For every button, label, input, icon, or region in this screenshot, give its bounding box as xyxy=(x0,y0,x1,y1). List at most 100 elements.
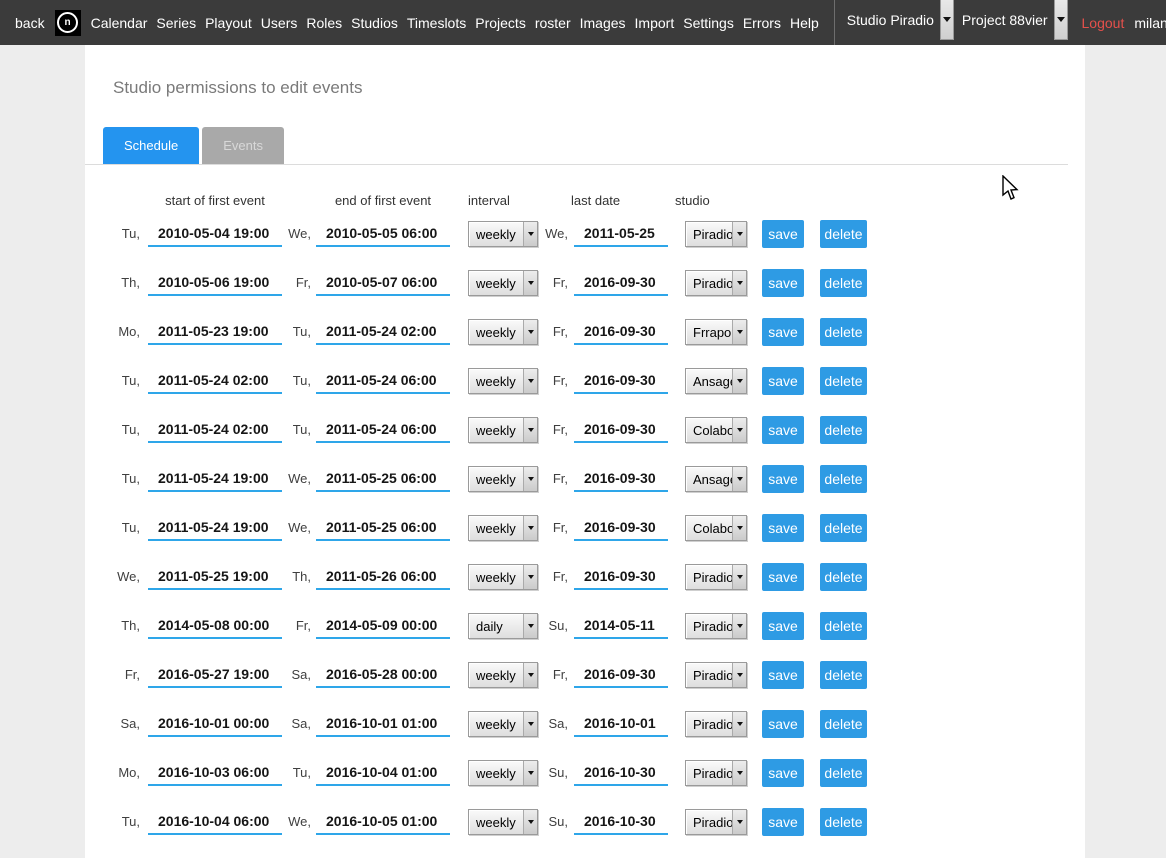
end-datetime-input[interactable] xyxy=(316,220,450,247)
end-datetime-input[interactable] xyxy=(316,759,450,786)
end-datetime-input[interactable] xyxy=(316,808,450,835)
start-datetime-input[interactable] xyxy=(148,563,282,590)
nav-item-help[interactable]: Help xyxy=(790,15,819,31)
last-date-input[interactable] xyxy=(574,612,668,639)
interval-select[interactable]: weekly xyxy=(468,319,538,345)
interval-select[interactable]: weekly xyxy=(468,662,538,688)
start-datetime-input[interactable] xyxy=(148,269,282,296)
last-date-input[interactable] xyxy=(574,465,668,492)
nav-item-errors[interactable]: Errors xyxy=(743,15,781,31)
interval-select[interactable]: weekly xyxy=(468,564,538,590)
nav-item-timeslots[interactable]: Timeslots xyxy=(407,15,466,31)
interval-select[interactable]: weekly xyxy=(468,417,538,443)
nav-item-settings[interactable]: Settings xyxy=(683,15,734,31)
studio-select[interactable]: Piradio xyxy=(685,809,747,835)
studio-select[interactable]: Piradio xyxy=(685,613,747,639)
save-button[interactable]: save xyxy=(762,808,804,836)
save-button[interactable]: save xyxy=(762,465,804,493)
start-datetime-input[interactable] xyxy=(148,710,282,737)
tab-events[interactable]: Events xyxy=(202,127,284,164)
delete-button[interactable]: delete xyxy=(820,514,867,542)
start-datetime-input[interactable] xyxy=(148,661,282,688)
save-button[interactable]: save xyxy=(762,416,804,444)
delete-button[interactable]: delete xyxy=(820,612,867,640)
studio-select[interactable]: Colabo xyxy=(685,515,747,541)
last-date-input[interactable] xyxy=(574,416,668,443)
last-date-input[interactable] xyxy=(574,220,668,247)
last-date-input[interactable] xyxy=(574,759,668,786)
studio-select[interactable]: Piradio xyxy=(685,270,747,296)
delete-button[interactable]: delete xyxy=(820,661,867,689)
interval-select[interactable]: weekly xyxy=(468,711,538,737)
delete-button[interactable]: delete xyxy=(820,808,867,836)
end-datetime-input[interactable] xyxy=(316,318,450,345)
studio-select[interactable]: Piradio xyxy=(685,711,747,737)
interval-select[interactable]: weekly xyxy=(468,809,538,835)
end-datetime-input[interactable] xyxy=(316,269,450,296)
interval-select[interactable]: weekly xyxy=(468,760,538,786)
logout-link[interactable]: Logout xyxy=(1082,15,1125,31)
end-datetime-input[interactable] xyxy=(316,416,450,443)
start-datetime-input[interactable] xyxy=(148,612,282,639)
end-datetime-input[interactable] xyxy=(316,612,450,639)
delete-button[interactable]: delete xyxy=(820,318,867,346)
save-button[interactable]: save xyxy=(762,367,804,395)
studio-select[interactable]: Colabo xyxy=(685,417,747,443)
nav-item-series[interactable]: Series xyxy=(156,15,196,31)
save-button[interactable]: save xyxy=(762,220,804,248)
end-datetime-input[interactable] xyxy=(316,661,450,688)
delete-button[interactable]: delete xyxy=(820,269,867,297)
studio-dropdown-label[interactable]: Studio Piradio xyxy=(839,0,940,28)
nav-item-import[interactable]: Import xyxy=(635,15,675,31)
delete-button[interactable]: delete xyxy=(820,563,867,591)
interval-select[interactable]: weekly xyxy=(468,221,538,247)
end-datetime-input[interactable] xyxy=(316,563,450,590)
nav-item-roster[interactable]: roster xyxy=(535,15,571,31)
nav-back-link[interactable]: back xyxy=(15,15,45,31)
last-date-input[interactable] xyxy=(574,808,668,835)
studio-select[interactable]: Piradio xyxy=(685,221,747,247)
delete-button[interactable]: delete xyxy=(820,367,867,395)
save-button[interactable]: save xyxy=(762,318,804,346)
delete-button[interactable]: delete xyxy=(820,416,867,444)
end-datetime-input[interactable] xyxy=(316,710,450,737)
nav-item-users[interactable]: Users xyxy=(261,15,298,31)
last-date-input[interactable] xyxy=(574,661,668,688)
start-datetime-input[interactable] xyxy=(148,416,282,443)
project-dropdown-arrow-icon[interactable] xyxy=(1054,0,1068,40)
tab-schedule[interactable]: Schedule xyxy=(103,127,199,164)
last-date-input[interactable] xyxy=(574,710,668,737)
nav-item-calendar[interactable]: Calendar xyxy=(91,15,148,31)
end-datetime-input[interactable] xyxy=(316,514,450,541)
save-button[interactable]: save xyxy=(762,661,804,689)
studio-select[interactable]: Frrapo xyxy=(685,319,747,345)
project-dropdown[interactable]: Project 88vier xyxy=(954,0,1068,45)
delete-button[interactable]: delete xyxy=(820,759,867,787)
start-datetime-input[interactable] xyxy=(148,759,282,786)
end-datetime-input[interactable] xyxy=(316,367,450,394)
nav-item-projects[interactable]: Projects xyxy=(475,15,526,31)
delete-button[interactable]: delete xyxy=(820,710,867,738)
interval-select[interactable]: weekly xyxy=(468,368,538,394)
save-button[interactable]: save xyxy=(762,269,804,297)
studio-dropdown[interactable]: Studio Piradio xyxy=(839,0,954,45)
project-dropdown-label[interactable]: Project 88vier xyxy=(954,0,1054,28)
start-datetime-input[interactable] xyxy=(148,220,282,247)
studio-dropdown-arrow-icon[interactable] xyxy=(940,0,954,40)
interval-select[interactable]: daily xyxy=(468,613,538,639)
start-datetime-input[interactable] xyxy=(148,514,282,541)
nav-item-roles[interactable]: Roles xyxy=(306,15,342,31)
save-button[interactable]: save xyxy=(762,514,804,542)
end-datetime-input[interactable] xyxy=(316,465,450,492)
studio-select[interactable]: Piradio xyxy=(685,662,747,688)
delete-button[interactable]: delete xyxy=(820,465,867,493)
save-button[interactable]: save xyxy=(762,710,804,738)
save-button[interactable]: save xyxy=(762,759,804,787)
start-datetime-input[interactable] xyxy=(148,367,282,394)
last-date-input[interactable] xyxy=(574,269,668,296)
start-datetime-input[interactable] xyxy=(148,808,282,835)
save-button[interactable]: save xyxy=(762,563,804,591)
nav-item-playout[interactable]: Playout xyxy=(205,15,252,31)
last-date-input[interactable] xyxy=(574,367,668,394)
nav-item-studios[interactable]: Studios xyxy=(351,15,398,31)
